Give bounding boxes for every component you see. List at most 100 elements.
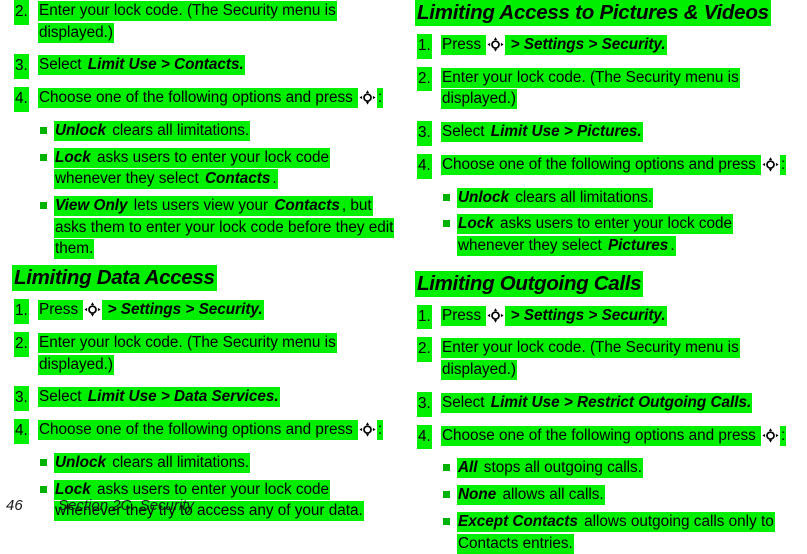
limiting-pictures-bullets: Unlock clears all limitations. Lock asks … xyxy=(415,187,802,257)
emphasis-text: > Settings > Security. xyxy=(505,305,667,326)
procedure-step: 2. Enter your lock code. (The Security me… xyxy=(12,331,397,375)
emphasis-text: Limit Use > Restrict Outgoing Calls. xyxy=(489,392,753,413)
bullet-item: Lock asks users to enter your lock code … xyxy=(12,147,397,190)
bullet-item: Lock asks users to enter your lock code … xyxy=(415,213,802,257)
body-text: Select xyxy=(38,387,87,408)
step-text: Choose one of the following options and … xyxy=(38,88,384,109)
step-text: Press > Settings > Security. xyxy=(441,35,667,55)
bullet-text: Unlock clears all limitations. xyxy=(54,120,251,141)
bullet-item: All stops all outgoing calls. xyxy=(415,457,802,479)
step-number: 1. xyxy=(417,304,432,330)
step-text: Select Limit Use > Pictures. xyxy=(441,122,643,143)
bullet-square-icon xyxy=(443,464,450,472)
emphasis-text: All xyxy=(457,458,479,479)
body-text: . xyxy=(271,169,278,190)
bullet-square-icon xyxy=(443,193,450,201)
body-text: Choose one of the following options and … xyxy=(441,425,762,446)
body-text: . xyxy=(669,236,676,257)
emphasis-text: Pictures xyxy=(606,236,670,257)
emphasis-text: Contacts xyxy=(273,196,341,217)
body-text: asks users to enter your lock code whene… xyxy=(54,147,331,190)
step-text: Select Limit Use > Contacts. xyxy=(38,55,245,76)
section-heading-limiting-data-access: Limiting Data Access xyxy=(12,265,397,292)
emphasis-text: Limit Use > Contacts. xyxy=(86,55,245,76)
body-text: lets users view your xyxy=(128,196,274,217)
body-text: Select xyxy=(38,55,87,76)
emphasis-text: Unlock xyxy=(457,187,510,208)
body-text: : xyxy=(377,420,384,441)
limiting-outgoing-calls-steps: 1. Press > Settings > Security. 2. Enter yo… xyxy=(415,304,802,450)
step-text: Choose one of the following options and … xyxy=(441,425,787,446)
procedure-step: 2. Enter your lock code. (The Security me… xyxy=(415,66,802,110)
bullet-item: View Only lets users view your Contacts,… xyxy=(12,195,397,260)
body-text: Choose one of the following options and … xyxy=(38,88,359,109)
body-text: : xyxy=(780,425,787,446)
footer-page-number: 46 xyxy=(6,496,23,514)
step-text: Select Limit Use > Data Services. xyxy=(38,387,280,408)
step-text: Press > Settings > Security. xyxy=(38,300,264,321)
body-text: Select xyxy=(441,122,490,143)
step-number: 4. xyxy=(14,419,29,444)
procedure-step: 4. Choose one of the following options an… xyxy=(415,153,802,179)
bullet-square-icon xyxy=(443,220,450,228)
bullet-square-icon xyxy=(443,517,450,525)
emphasis-text: Limit Use > Pictures. xyxy=(489,122,643,143)
left-column: 2. Enter your lock code. (The Security me… xyxy=(0,0,403,522)
bullet-square-icon xyxy=(40,153,47,161)
procedure-step: 3. Select Limit Use > Contacts. xyxy=(12,54,397,80)
step-text: Enter your lock code. (The Security menu… xyxy=(441,338,740,381)
step-number: 3. xyxy=(417,391,432,417)
body-text: Press xyxy=(441,35,487,55)
emphasis-text: Lock xyxy=(54,147,92,168)
two-column-body: 2. Enter your lock code. (The Security me… xyxy=(0,0,807,554)
navigation-key-icon xyxy=(84,302,101,317)
procedure-step: 1. Press > Settings > Security. xyxy=(415,34,802,59)
body-text: Press xyxy=(38,300,84,321)
bullet-square-icon xyxy=(40,458,47,466)
procedure-step: 1. Press > Settings > Security. xyxy=(415,304,802,330)
step-text: Press > Settings > Security. xyxy=(441,305,667,326)
body-text: : xyxy=(780,154,787,175)
emphasis-text: Unlock xyxy=(54,120,107,141)
body-text: Enter your lock code. (The Security menu… xyxy=(38,332,337,375)
step-number: 3. xyxy=(14,386,29,412)
step-number: 2. xyxy=(417,66,432,92)
body-text: Enter your lock code. (The Security menu… xyxy=(441,67,740,110)
step-number: 2. xyxy=(14,0,29,25)
step-number: 4. xyxy=(417,153,432,179)
limiting-pictures-steps: 1. Press > Settings > Security. 2. Enter yo… xyxy=(415,34,802,179)
step-text: Choose one of the following options and … xyxy=(38,420,384,441)
procedure-step: 1. Press > Settings > Security. xyxy=(12,299,397,324)
continued-procedure: 2. Enter your lock code. (The Security me… xyxy=(12,0,397,112)
emphasis-text: > Settings > Security. xyxy=(102,300,264,321)
navigation-key-icon xyxy=(762,157,779,172)
procedure-step: 3. Select Limit Use > Restrict Outgoing C… xyxy=(415,391,802,417)
bullet-text: View Only lets users view your Contacts,… xyxy=(54,196,395,260)
emphasis-text: Lock xyxy=(457,214,495,235)
step-text: Enter your lock code. (The Security menu… xyxy=(38,332,337,375)
bullet-text: Lock asks users to enter your lock code … xyxy=(54,147,331,190)
emphasis-text: Contacts xyxy=(203,169,272,190)
navigation-key-icon xyxy=(487,37,504,52)
body-text: Enter your lock code. (The Security menu… xyxy=(441,338,740,381)
step-text: Enter your lock code. (The Security menu… xyxy=(38,1,337,43)
limiting-data-access-steps: 1. Press > Settings > Security. 2. Enter yo… xyxy=(12,299,397,444)
section-heading-text: Limiting Outgoing Calls xyxy=(415,270,644,297)
procedure-step: 2. Enter your lock code. (The Security me… xyxy=(415,337,802,381)
body-text: clears all limitations. xyxy=(107,120,251,141)
procedure-step: 3. Select Limit Use > Pictures. xyxy=(415,121,802,146)
body-text: Press xyxy=(441,305,487,326)
bullet-text: Lock asks users to enter your lock code … xyxy=(457,214,734,257)
page-footer: 46 Section 2C. Security xyxy=(0,492,807,518)
emphasis-text: Limit Use > Data Services. xyxy=(86,387,280,408)
procedure-step: 3. Select Limit Use > Data Services. xyxy=(12,386,397,412)
body-text: : xyxy=(377,88,384,109)
emphasis-text: Unlock xyxy=(54,452,107,473)
section-heading-limiting-pictures: Limiting Access to Pictures & Videos xyxy=(415,0,802,26)
section-heading-limiting-outgoing-calls: Limiting Outgoing Calls xyxy=(415,270,802,297)
navigation-key-icon xyxy=(359,422,376,437)
procedure-step: 2. Enter your lock code. (The Security me… xyxy=(12,0,397,43)
continued-bullet-list: Unlock clears all limitations. Lock asks … xyxy=(12,120,397,260)
body-text: Select xyxy=(441,392,490,413)
step-number: 2. xyxy=(417,337,432,363)
